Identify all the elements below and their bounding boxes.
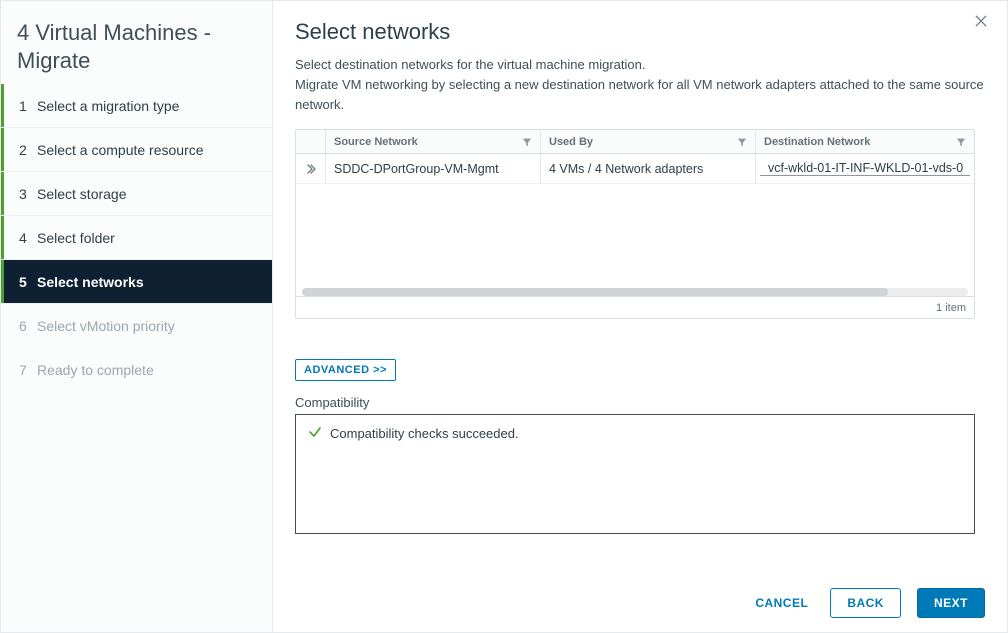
destination-network-select[interactable]: vcf-wkld-01-IT-INF-WKLD-01-vds-0 <box>760 161 970 176</box>
cell-source-network: SDDC-DPortGroup-VM-Mgmt <box>326 154 541 183</box>
advanced-button[interactable]: ADVANCED >> <box>295 359 396 381</box>
column-label: Used By <box>549 136 593 148</box>
close-icon[interactable] <box>973 13 993 33</box>
horizontal-scrollbar[interactable] <box>302 288 968 296</box>
compatibility-panel: Compatibility checks succeeded. <box>295 414 975 534</box>
checkmark-icon <box>308 425 322 442</box>
step-label: Select a compute resource <box>37 142 204 158</box>
migrate-wizard: 4 Virtual Machines - Migrate 1 Select a … <box>0 0 1008 633</box>
cell-used-by: 4 VMs / 4 Network adapters <box>541 154 756 183</box>
compatibility-status: Compatibility checks succeeded. <box>308 425 962 442</box>
step-label: Select vMotion priority <box>37 318 175 334</box>
step-label: Select networks <box>37 274 144 290</box>
filter-icon[interactable] <box>956 137 966 147</box>
step-ready-complete: 7 Ready to complete <box>1 348 272 392</box>
step-label: Select a migration type <box>37 98 179 114</box>
step-number: 3 <box>19 186 37 202</box>
scrollbar-thumb[interactable] <box>302 288 888 296</box>
column-used-by[interactable]: Used By <box>541 130 756 153</box>
column-label: Source Network <box>334 136 418 148</box>
step-migration-type[interactable]: 1 Select a migration type <box>1 84 272 128</box>
table-header: Source Network Used By Destination Netwo… <box>296 130 974 154</box>
next-button[interactable]: NEXT <box>917 588 985 618</box>
back-button[interactable]: BACK <box>830 588 901 618</box>
table-body: SDDC-DPortGroup-VM-Mgmt 4 VMs / 4 Networ… <box>296 154 974 296</box>
column-source-network[interactable]: Source Network <box>326 130 541 153</box>
column-label: Destination Network <box>764 136 870 148</box>
table-row[interactable]: SDDC-DPortGroup-VM-Mgmt 4 VMs / 4 Networ… <box>296 154 974 184</box>
step-vmotion-priority: 6 Select vMotion priority <box>1 304 272 348</box>
wizard-footer: CANCEL BACK NEXT <box>749 588 985 618</box>
compatibility-message: Compatibility checks succeeded. <box>330 426 519 441</box>
column-destination-network[interactable]: Destination Network <box>756 130 974 153</box>
step-folder[interactable]: 4 Select folder <box>1 216 272 260</box>
networks-table: Source Network Used By Destination Netwo… <box>295 129 975 319</box>
step-storage[interactable]: 3 Select storage <box>1 172 272 216</box>
step-label: Select folder <box>37 230 115 246</box>
desc-line-2: Migrate VM networking by selecting a new… <box>295 77 984 112</box>
page-title: Select networks <box>295 19 985 45</box>
row-count: 1 item <box>936 302 966 314</box>
expand-row-icon[interactable] <box>296 154 326 183</box>
wizard-content: Select networks Select destination netwo… <box>273 1 1007 632</box>
step-number: 2 <box>19 142 37 158</box>
step-compute-resource[interactable]: 2 Select a compute resource <box>1 128 272 172</box>
wizard-sidebar: 4 Virtual Machines - Migrate 1 Select a … <box>1 1 273 632</box>
filter-icon[interactable] <box>522 137 532 147</box>
step-number: 7 <box>19 362 37 378</box>
step-label: Select storage <box>37 186 127 202</box>
step-number: 1 <box>19 98 37 114</box>
compatibility-heading: Compatibility <box>295 395 985 410</box>
page-description: Select destination networks for the virt… <box>295 55 985 115</box>
step-label: Ready to complete <box>37 362 154 378</box>
cancel-button[interactable]: CANCEL <box>749 595 814 611</box>
step-number: 5 <box>19 274 37 290</box>
wizard-title: 4 Virtual Machines - Migrate <box>1 1 272 84</box>
wizard-steps: 1 Select a migration type 2 Select a com… <box>1 84 272 392</box>
table-footer: 1 item <box>296 296 974 318</box>
step-networks[interactable]: 5 Select networks <box>1 260 272 304</box>
filter-icon[interactable] <box>737 137 747 147</box>
expand-column <box>296 130 326 153</box>
desc-line-1: Select destination networks for the virt… <box>295 57 645 72</box>
step-number: 6 <box>19 318 37 334</box>
step-number: 4 <box>19 230 37 246</box>
